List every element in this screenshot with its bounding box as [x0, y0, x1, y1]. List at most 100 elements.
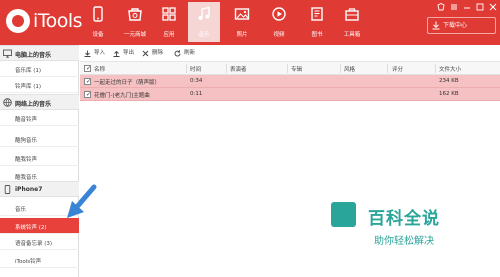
sidebar-item-kuyin-ringtone[interactable]: 酷音铃声 [0, 110, 79, 126]
nav-label: 一元商城 [123, 32, 146, 38]
cell-size: 234 KB [439, 78, 459, 84]
sidebar-item-label: 酷我铃声 [15, 157, 38, 163]
column-header-album[interactable]: 专辑 [291, 65, 302, 73]
import-icon [84, 50, 91, 57]
nav-label: 图书 [311, 32, 323, 38]
watermark-subtitle: 助你轻松解决 [374, 236, 434, 247]
section-online-music[interactable]: 网络上的音乐 [0, 94, 79, 110]
column-header-name[interactable]: 名称 [94, 65, 105, 73]
sidebar-item-label: 酷音铃声 [15, 117, 38, 123]
import-label: 导入 [94, 50, 106, 56]
export-button[interactable]: 导出 [113, 49, 134, 58]
nav-music[interactable]: 音乐 [188, 2, 220, 42]
sidebar-item-label: iTools铃声 [15, 259, 42, 265]
delete-button[interactable]: 删除 [142, 49, 163, 58]
shop-icon [128, 8, 142, 21]
column-header-rating[interactable]: 评分 [392, 65, 403, 73]
logo-text: iTools [33, 10, 83, 32]
window-controls [437, 3, 497, 11]
refresh-button[interactable]: 刷新 [174, 49, 195, 58]
sidebar-item-ringtone-library[interactable]: 铃声库 (1) [0, 77, 79, 93]
sidebar-item-voice-memos[interactable]: 语音备忘录 (3) [0, 234, 79, 250]
close-icon[interactable] [489, 3, 497, 11]
nav-label: 音乐 [198, 32, 210, 38]
nav-label: 视频 [273, 32, 285, 38]
check-icon: ✓ [86, 78, 92, 85]
table-row[interactable]: ✓ 花僧门-[老九门]主题曲 0:11 162 KB [80, 88, 500, 101]
sidebar-item-label: 铃声库 (1) [15, 84, 42, 90]
sidebar-item-kugou-music[interactable]: 酷狗音乐 [0, 131, 79, 147]
delete-label: 删除 [152, 50, 164, 56]
sidebar-item-label: 语音备忘录 (3) [15, 241, 53, 247]
section-title: 网络上的音乐 [15, 101, 52, 108]
export-label: 导出 [123, 50, 135, 56]
nav-video[interactable]: 视频 [263, 2, 295, 42]
refresh-icon [174, 50, 181, 57]
nav-apps[interactable]: 应用 [153, 2, 185, 42]
row-checkbox[interactable]: ✓ [84, 78, 91, 85]
nav-shop[interactable]: 一元商城 [119, 2, 151, 42]
video-icon [272, 7, 286, 21]
toolbox-icon [345, 8, 359, 21]
delete-icon [142, 50, 149, 57]
download-icon [432, 21, 440, 30]
section-title: iPhone7 [15, 186, 43, 193]
logo-icon [6, 9, 30, 33]
refresh-label: 刷新 [184, 50, 196, 56]
top-bar: iTools 设备 一元商城 应用 音乐 照片 视频 图书 工具箱 下载中心 [0, 0, 500, 45]
cell-size: 162 KB [439, 91, 459, 97]
section-title: 电脑上的音乐 [15, 52, 52, 59]
photo-icon [234, 8, 250, 20]
download-center-button[interactable]: 下载中心 [427, 17, 496, 34]
watermark-logo-icon [331, 202, 356, 227]
sidebar-item-label: 系统铃声 (2) [15, 225, 47, 231]
globe-icon [3, 98, 12, 107]
sidebar-item-kuwo-ringtone[interactable]: 酷我铃声 [0, 150, 79, 166]
nav-label: 应用 [163, 32, 175, 38]
column-header-time[interactable]: 时间 [190, 65, 201, 73]
sidebar-item-label: 酷我音乐 [15, 175, 38, 181]
nav-books[interactable]: 图书 [301, 2, 333, 42]
sidebar-item-label: 音乐库 (1) [15, 68, 42, 74]
download-center-label: 下载中心 [443, 22, 468, 29]
nav-toolbox[interactable]: 工具箱 [336, 2, 368, 42]
toolbar: 导入 导出 删除 刷新 [80, 45, 500, 62]
computer-icon [3, 49, 12, 58]
nav-label: 设备 [92, 32, 104, 38]
section-computer-music[interactable]: 电脑上的音乐 [0, 45, 79, 61]
check-icon: ✓ [86, 65, 92, 72]
sidebar-item-itools-ringtones[interactable]: iTools铃声 [0, 252, 79, 268]
row-checkbox[interactable]: ✓ [84, 91, 91, 98]
sidebar-item-label: 音乐 [15, 207, 27, 213]
column-header-artist[interactable]: 表演者 [230, 65, 247, 73]
table-header: ✓ 名称 时间 表演者 专辑 风格 评分 文件大小 [80, 62, 500, 75]
music-note-icon [198, 6, 210, 20]
sidebar: 电脑上的音乐 音乐库 (1) 铃声库 (1) 网络上的音乐 酷音铃声 酷狗音乐 … [0, 45, 79, 277]
nav-device[interactable]: 设备 [82, 2, 114, 42]
itools-logo: iTools [2, 4, 83, 42]
column-header-size[interactable]: 文件大小 [439, 65, 461, 73]
book-icon [311, 7, 323, 21]
nav-photos[interactable]: 照片 [226, 2, 258, 42]
import-button[interactable]: 导入 [84, 49, 105, 58]
menu-icon[interactable] [450, 3, 458, 11]
cell-time: 0:34 [190, 78, 203, 84]
watermark: 百科全说 助你轻松解决 [331, 200, 481, 248]
export-icon [113, 50, 120, 57]
sidebar-item-label: 酷狗音乐 [15, 138, 38, 144]
annotation-arrow [67, 184, 97, 218]
column-header-genre[interactable]: 风格 [344, 65, 355, 73]
maximize-icon[interactable] [476, 3, 484, 11]
apps-grid-icon [162, 7, 176, 21]
table-row[interactable]: ✓ 一起走过的日子（萌声版） 0:34 234 KB [80, 75, 500, 88]
cell-name: 花僧门-[老九门]主题曲 [94, 93, 150, 99]
cell-name: 一起走过的日子（萌声版） [94, 80, 161, 86]
iphone-icon [4, 185, 11, 194]
sidebar-item-music-library[interactable]: 音乐库 (1) [0, 61, 79, 77]
watermark-title: 百科全说 [368, 209, 440, 229]
check-icon: ✓ [86, 91, 92, 98]
phone-icon [93, 6, 103, 22]
select-all-checkbox[interactable]: ✓ [84, 65, 91, 72]
skin-icon[interactable] [437, 3, 445, 11]
minimize-icon[interactable] [463, 3, 471, 11]
